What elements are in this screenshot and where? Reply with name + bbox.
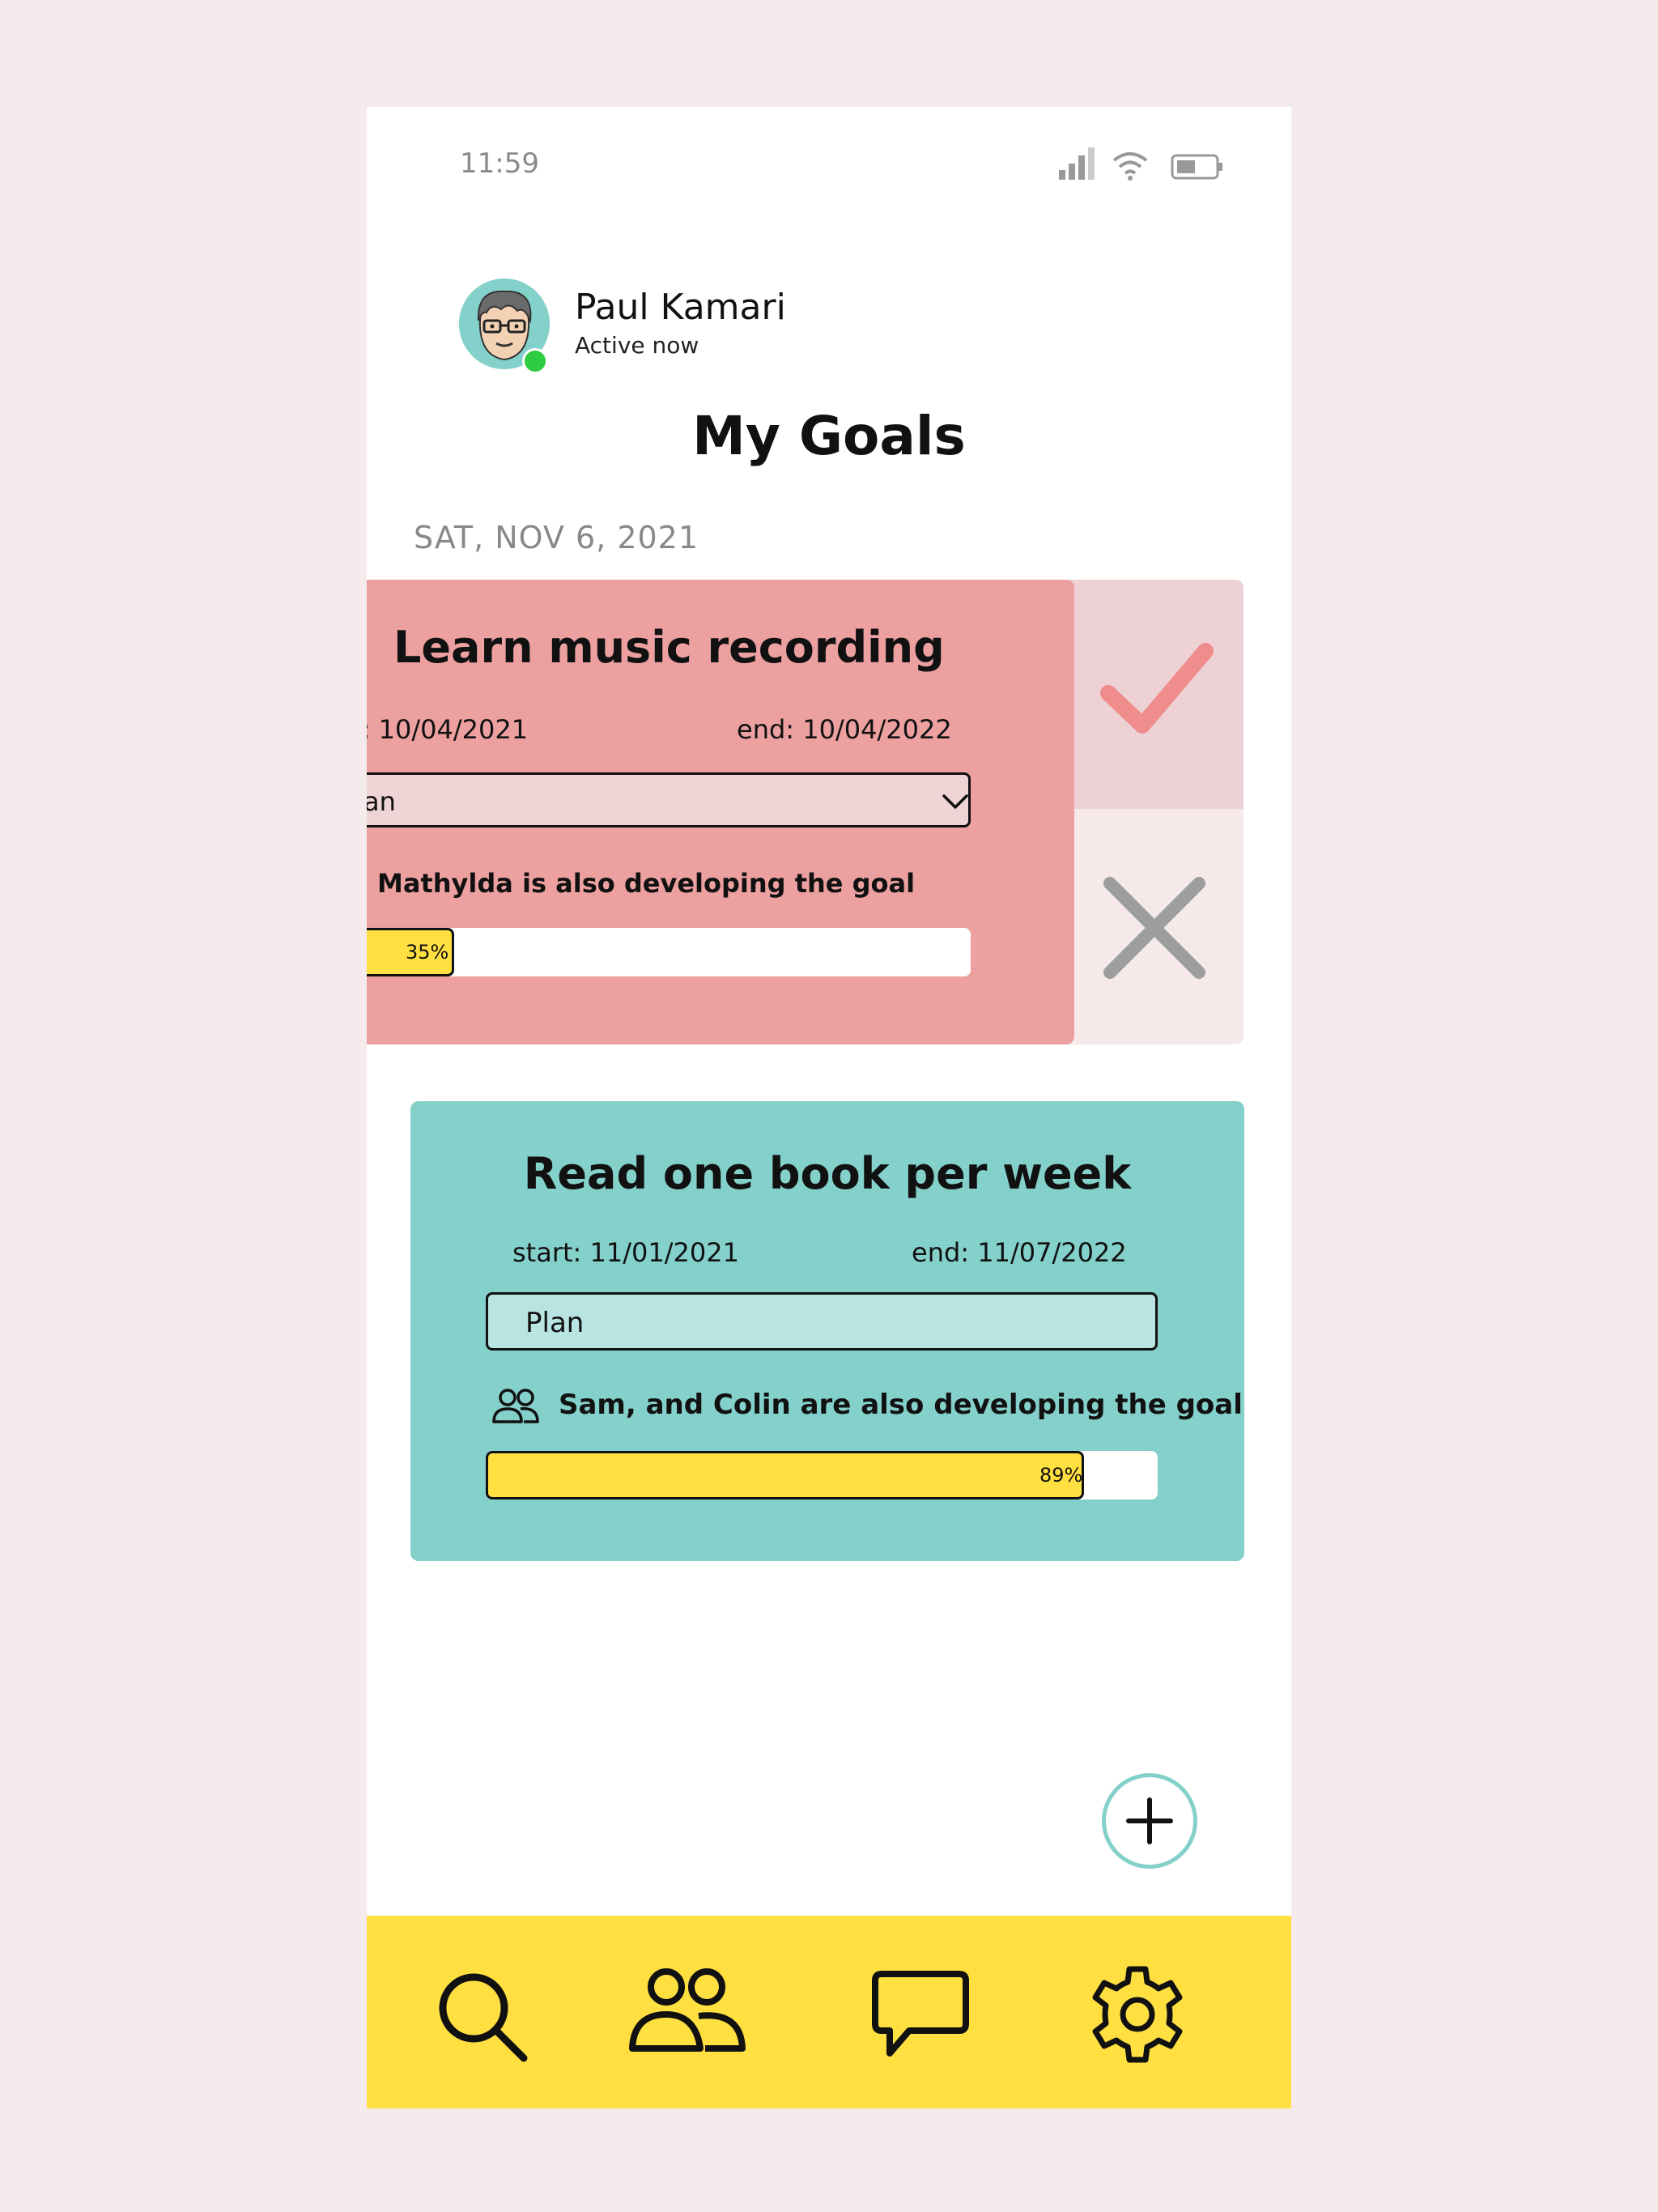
user-status: Active now [575, 332, 699, 359]
chat-icon[interactable] [870, 1969, 971, 2061]
progress-fill [486, 1451, 1084, 1499]
progress-bar: 89% [486, 1451, 1158, 1499]
goal-end-date: end: 11/07/2022 [912, 1237, 1127, 1268]
progress-label: 89% [1039, 1464, 1083, 1487]
delete-goal-button[interactable] [1063, 809, 1244, 1044]
progress-bar: 35% [367, 928, 971, 976]
gear-icon[interactable] [1087, 1964, 1188, 2065]
goal-card[interactable]: Learn music recording rt: 10/04/2021 end… [367, 580, 1074, 1044]
goal-plan-select[interactable] [486, 1292, 1158, 1351]
goal-plan-value: Plan [525, 1307, 585, 1339]
people-icon [492, 1389, 539, 1423]
goal-start-date: rt: 10/04/2021 [367, 714, 529, 745]
date-label: SAT, NOV 6, 2021 [414, 520, 699, 555]
status-icons [1057, 146, 1244, 186]
complete-goal-button[interactable] [1063, 580, 1244, 809]
user-name: Paul Kamari [575, 287, 786, 328]
goal-collaborators: Mathylda is also developing the goal [377, 868, 916, 899]
goal-title: Read one book per week [523, 1148, 1132, 1199]
goal-plan-select[interactable] [367, 772, 971, 827]
battery-icon [1171, 154, 1222, 180]
goal-card[interactable]: Read one book per week start: 11/01/2021… [410, 1101, 1244, 1561]
chevron-down-icon[interactable] [942, 793, 969, 811]
goal-plan-value: an [367, 786, 396, 817]
check-icon [1100, 643, 1214, 734]
add-goal-button[interactable] [1102, 1773, 1197, 1869]
plus-icon [1126, 1797, 1173, 1844]
bottom-nav [367, 1916, 1291, 2108]
goal-title: Learn music recording [393, 622, 945, 673]
page-title: My Goals [692, 405, 966, 467]
goal-collaborators: Sam, and Colin are also developing the g… [559, 1389, 1243, 1421]
phone-screen: 11:59 Paul Kamari Active now My Goals SA… [367, 107, 1291, 2108]
goal-end-date: end: 10/04/2022 [737, 714, 952, 745]
people-nav-icon[interactable] [627, 1967, 749, 2057]
swipe-actions [1063, 580, 1244, 1044]
close-icon [1103, 877, 1205, 979]
signal-icon [1059, 147, 1095, 180]
progress-label: 35% [406, 941, 449, 963]
goal-start-date: start: 11/01/2021 [512, 1237, 739, 1268]
wifi-icon [1112, 152, 1148, 181]
status-time: 11:59 [460, 147, 539, 180]
online-indicator [522, 348, 548, 374]
search-icon[interactable] [433, 1967, 530, 2065]
